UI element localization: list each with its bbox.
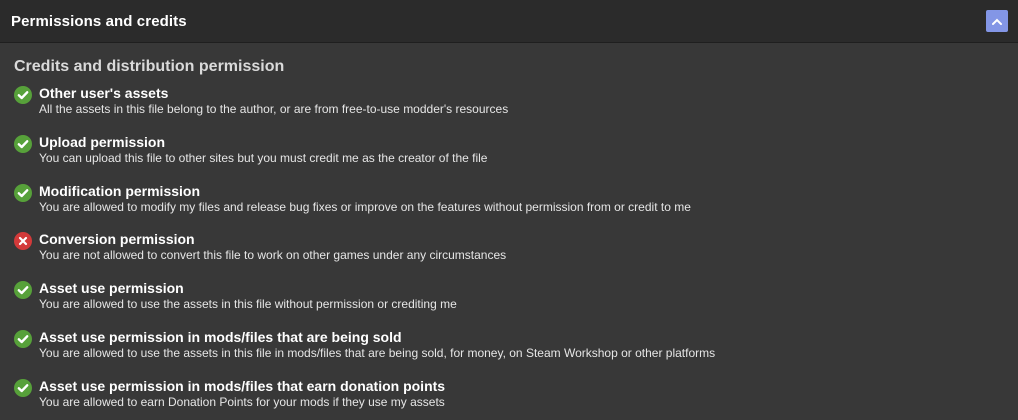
permission-item: Asset use permission in mods/files that … [14,329,1004,378]
section-title: Credits and distribution permission [14,58,285,75]
permission-description: You can upload this file to other sites … [39,150,488,165]
permission-name: Conversion permission [39,231,195,248]
check-circle-icon [14,329,32,348]
permission-description: You are allowed to modify my files and r… [39,199,691,214]
permission-name: Asset use permission in mods/files that … [39,328,402,345]
permission-description: You are allowed to use the assets in thi… [39,345,716,360]
permission-description: All the assets in this file belong to th… [39,102,509,116]
permissions-panel: Permissions and credits Credits and dist… [0,0,1018,420]
cross-circle-icon [14,232,32,251]
permission-description: You are allowed to earn Donation Points … [39,394,445,409]
permission-item: Conversion permission You are not allowe… [14,231,1004,280]
permission-item: Other user's assets All the assets in th… [14,85,1004,134]
collapse-button[interactable] [986,10,1008,32]
check-circle-icon [14,134,32,153]
permission-name: Asset use permission in mods/files that … [39,377,446,394]
panel-content: Credits and distribution permission Othe… [0,43,1018,420]
panel-header[interactable]: Permissions and credits [0,0,1018,43]
permission-item: Asset use permission You are allowed to … [14,280,1004,329]
check-circle-icon [14,281,32,300]
check-circle-icon [14,378,32,397]
permission-list: Other user's assets All the assets in th… [14,85,1004,420]
chevron-up-icon [992,18,1002,25]
permission-item: Asset use permission in mods/files that … [14,378,1004,420]
panel-title: Permissions and credits [11,12,187,30]
permission-description: You are not allowed to convert this file… [39,248,507,263]
permission-name: Asset use permission [39,280,184,297]
check-circle-icon [14,86,32,104]
permission-name: Modification permission [39,182,201,199]
permission-name: Other user's assets [39,85,169,101]
permission-name: Upload permission [39,133,166,150]
check-circle-icon [14,183,32,202]
permission-item: Upload permission You can upload this fi… [14,134,1004,183]
permission-description: You are allowed to use the assets in thi… [39,297,457,312]
permission-item: Modification permission You are allowed … [14,183,1004,232]
